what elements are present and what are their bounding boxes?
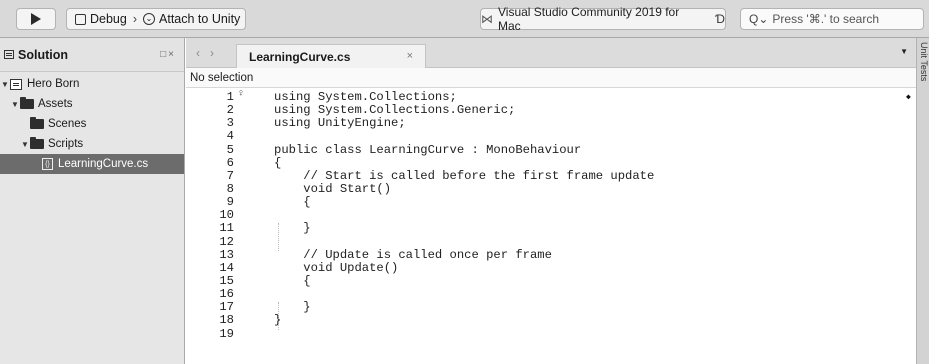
code-text: void Update() [274, 260, 399, 275]
csharp-file-icon: {} [42, 158, 53, 170]
code-line[interactable]: 3 using UnityEngine; [186, 117, 916, 130]
code-text: { [274, 195, 311, 210]
document-tab-bar: ‹› LearningCurve.cs × ▼ [186, 38, 916, 68]
expand-arrow-icon[interactable]: ▼ [10, 100, 20, 109]
code-text: using UnityEngine; [274, 116, 406, 131]
folder-icon [30, 117, 44, 129]
status-text: Visual Studio Community 2019 for Mac [498, 5, 680, 33]
line-number: 6 [226, 155, 234, 170]
code-text: // Update is called once per frame [274, 247, 552, 262]
pad-window-controls[interactable]: □× [160, 49, 176, 60]
visual-studio-icon: ⋈ [481, 12, 493, 26]
main-toolbar: Debug › ⌄ Attach to Unity ⋈ Visual Studi… [0, 0, 929, 38]
tree-item-label: Scripts [48, 138, 84, 150]
tree-item-label: LearningCurve.cs [58, 158, 149, 170]
tree-item-assets[interactable]: ▼ Assets [0, 94, 184, 114]
tab-learningcurve-cs[interactable]: LearningCurve.cs × [236, 44, 426, 68]
code-text: { [274, 155, 282, 170]
project-icon [10, 78, 22, 90]
path-bar[interactable]: No selection [186, 68, 916, 88]
line-number: 12 [219, 234, 234, 249]
solution-pad-header: Solution □× [0, 38, 184, 72]
configuration-label: Debug [90, 12, 127, 26]
tab-overflow-menu-icon[interactable]: ▼ [900, 47, 908, 56]
status-bar: ⋈ Visual Studio Community 2019 for Mac Ɗ [480, 5, 726, 33]
breadcrumb-separator: › [132, 12, 138, 26]
tree-item-label: Assets [38, 98, 73, 110]
code-line[interactable]: 12 [186, 234, 916, 249]
tree-item-scripts[interactable]: ▼ Scripts [0, 134, 184, 154]
code-line[interactable]: 11 } [186, 222, 916, 235]
search-icon: Q⌄ [749, 12, 769, 26]
tab-label: LearningCurve.cs [249, 49, 351, 64]
play-icon [31, 13, 41, 25]
tree-item-hero-born[interactable]: ▼ Hero Born [0, 74, 184, 94]
solution-pad-title: Solution [18, 47, 68, 62]
code-line[interactable]: 9 { [186, 195, 916, 210]
build-status-icon: Ɗ [715, 12, 725, 26]
search-placeholder: Press '⌘.' to search [772, 12, 880, 26]
expand-arrow-icon[interactable]: ▼ [0, 80, 10, 89]
line-number: 11 [219, 221, 234, 236]
editor-area: ‹› LearningCurve.cs × ▼ No selection ♀ ◆… [186, 38, 916, 364]
right-pad-strip: Unit Tests [916, 38, 929, 364]
code-line[interactable]: 17 } [186, 301, 916, 314]
line-number: 19 [219, 326, 234, 341]
code-text: public class LearningCurve : MonoBehavio… [274, 142, 582, 157]
run-button[interactable] [16, 8, 56, 30]
code-text: } [274, 313, 282, 328]
code-line[interactable]: 6{ [186, 155, 916, 170]
code-text: } [274, 221, 311, 236]
solution-pad: Solution □× ▼ Hero Born ▼ Assets Scenes … [0, 38, 185, 364]
code-line[interactable]: 5 public class LearningCurve : MonoBehavi… [186, 142, 916, 157]
line-number: 13 [219, 247, 234, 262]
code-line[interactable]: 18} [186, 314, 916, 327]
line-number: 4 [226, 129, 234, 144]
close-icon[interactable]: × [407, 50, 413, 62]
tree-item-scenes[interactable]: Scenes [0, 114, 184, 134]
folder-icon [20, 97, 34, 109]
line-number: 14 [219, 260, 234, 275]
navigate-back-forward-icon[interactable]: ‹› [196, 46, 224, 60]
code-line[interactable]: 19 [186, 326, 916, 341]
global-search-input[interactable]: Q⌄ Press '⌘.' to search [740, 8, 924, 30]
target-icon: ⌄ [143, 13, 156, 25]
code-line[interactable]: 13 // Update is called once per frame [186, 247, 916, 262]
code-line[interactable]: 4 [186, 130, 916, 143]
run-configuration-selector[interactable]: Debug › ⌄ Attach to Unity [66, 8, 246, 30]
code-line[interactable]: 14 void Update() [186, 260, 916, 275]
tree-item-label: Scenes [48, 118, 87, 130]
path-bar-text: No selection [190, 71, 254, 84]
code-text: { [274, 273, 311, 288]
folder-icon [30, 137, 44, 149]
device-icon [75, 13, 86, 25]
tree-item-label: Hero Born [27, 78, 80, 90]
code-editor[interactable]: ♀ ◆ 1 using System.Collections; 2 using Sys… [186, 88, 916, 341]
unit-tests-pad-tab[interactable]: Unit Tests [919, 42, 929, 81]
run-target-label: Attach to Unity [159, 12, 241, 26]
tree-item-learningcurve-cs[interactable]: {} LearningCurve.cs [0, 154, 184, 174]
line-number: 5 [226, 142, 234, 157]
solution-tree: ▼ Hero Born ▼ Assets Scenes ▼ Scripts {}… [0, 72, 184, 174]
code-line[interactable]: 15 { [186, 273, 916, 288]
expand-arrow-icon[interactable]: ▼ [20, 140, 30, 149]
solution-icon [4, 50, 14, 59]
line-number: 18 [219, 313, 234, 328]
code-line[interactable]: 7 // Start is called before the first fr… [186, 169, 916, 183]
